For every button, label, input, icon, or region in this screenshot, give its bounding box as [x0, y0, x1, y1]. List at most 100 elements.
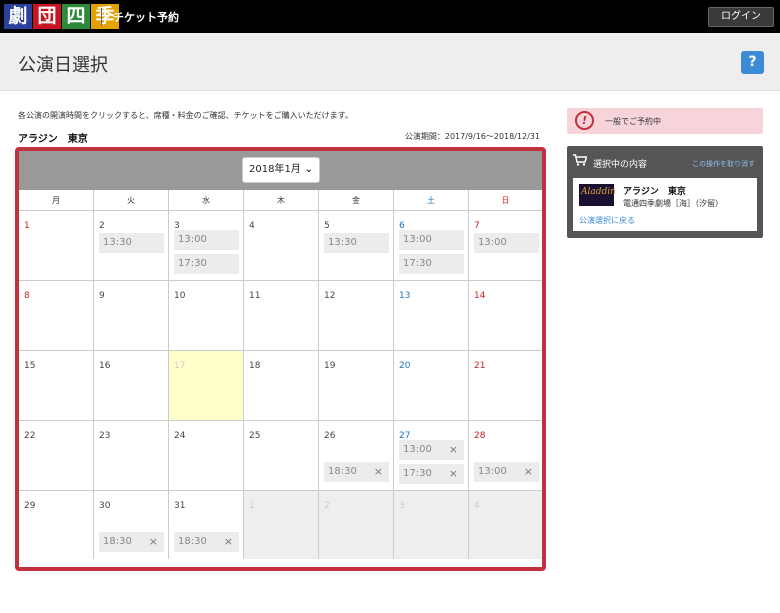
weekday-header: 水	[169, 190, 244, 211]
day-number: 22	[24, 431, 36, 441]
showtime-slot[interactable]: 13:30	[99, 233, 164, 253]
day-number: 20	[399, 361, 411, 371]
logo-char-2: 団	[33, 4, 61, 29]
day-number: 17	[174, 361, 186, 371]
showtime-slot[interactable]: 18:30 ×	[99, 532, 164, 552]
showtime-label: 13:00	[478, 237, 507, 248]
showtime-label: 13:30	[103, 237, 132, 248]
showtime-slot[interactable]: 13:00	[174, 230, 239, 250]
day-number: 3	[399, 501, 405, 511]
reservation-mode-notice: ! 一般でご予約中	[567, 108, 763, 134]
calendar-day-cell: 17	[169, 351, 244, 420]
day-number: 7	[474, 221, 480, 231]
calendar-day-cell: 20	[394, 351, 469, 420]
calendar-day-cell: 28 13:00 ×	[469, 421, 542, 490]
showtime-label: 17:30	[403, 258, 432, 269]
day-number: 26	[324, 431, 336, 441]
exclamation-icon: !	[575, 111, 594, 130]
showtime-label: 18:30	[328, 466, 357, 477]
showtime-label: 18:30	[103, 536, 132, 547]
day-number: 28	[474, 431, 486, 441]
month-select-value: 2018年1月	[249, 164, 301, 175]
calendar-day-cell: 1	[19, 211, 94, 280]
showtime-slot[interactable]: 17:30	[174, 254, 239, 274]
month-select[interactable]: 2018年1月 ⌄	[242, 157, 320, 183]
help-button[interactable]: ?	[741, 51, 764, 74]
day-number: 2	[99, 221, 105, 231]
calendar-day-cell: 27 13:00 × 17:30 ×	[394, 421, 469, 490]
day-number: 14	[474, 291, 486, 301]
weekday-header: 金	[319, 190, 394, 211]
top-divider	[101, 8, 102, 26]
showtime-label: 13:00	[403, 234, 432, 245]
sold-out-icon: ×	[448, 443, 458, 456]
login-button[interactable]: ログイン	[708, 7, 774, 27]
calendar-day-cell: 6 13:00 17:30	[394, 211, 469, 280]
logo-char-3: 四	[62, 4, 90, 29]
day-number: 1	[24, 221, 30, 231]
showtime-slot[interactable]: 13:00	[474, 233, 539, 253]
calendar-header: 2018年1月 ⌄	[19, 151, 542, 190]
calendar-week: 15 16 17 18 19 20 21	[19, 351, 542, 421]
showtime-slot[interactable]: 18:30 ×	[324, 462, 389, 482]
shiki-logo[interactable]: 劇 団 四 季	[4, 4, 120, 29]
calendar-day-cell: 22	[19, 421, 94, 490]
showtime-slot[interactable]: 17:30 ×	[399, 464, 464, 484]
showtime-slot[interactable]: 18:30 ×	[174, 532, 239, 552]
calendar-day-cell: 3	[394, 491, 469, 559]
notice-text: 一般でご予約中	[605, 117, 661, 126]
calendar-day-cell: 19	[319, 351, 394, 420]
day-number: 15	[24, 361, 36, 371]
calendar-week: 29 30 18:30 × 31 18:30 × 1 2 3 4	[19, 491, 542, 559]
calendar-day-cell: 10	[169, 281, 244, 350]
calendar-day-cell: 23	[94, 421, 169, 490]
weekday-header: 木	[244, 190, 319, 211]
calendar-week: 8 9 10 11 12 13 14	[19, 281, 542, 351]
day-number: 29	[24, 501, 36, 511]
day-number: 24	[174, 431, 186, 441]
showtime-label: 13:00	[178, 234, 207, 245]
day-number: 12	[324, 291, 336, 301]
calendar-day-cell: 8	[19, 281, 94, 350]
day-number: 13	[399, 291, 411, 301]
day-number: 5	[324, 221, 330, 231]
clear-selection-link[interactable]: この操作を取り消す	[692, 159, 755, 169]
day-number: 23	[99, 431, 111, 441]
calendar-day-cell: 11	[244, 281, 319, 350]
thumbnail-text: Aladdin	[581, 187, 616, 197]
calendar-day-cell: 9	[94, 281, 169, 350]
sold-out-icon: ×	[148, 535, 158, 548]
calendar-day-cell: 14	[469, 281, 542, 350]
calendar-day-cell: 24	[169, 421, 244, 490]
calendar-day-cell: 2	[319, 491, 394, 559]
calendar-week: 1 2 13:30 3 13:00 17:30 4 5 13:30 6 13:00 17:30 7 13:…	[19, 211, 542, 281]
selected-venue: 電通四季劇場［海］（汐留）	[623, 199, 723, 208]
selection-title: 選択中の内容	[593, 160, 648, 170]
showtime-label: 17:30	[403, 468, 432, 479]
calendar-day-cell: 13	[394, 281, 469, 350]
calendar: 2018年1月 ⌄ 月火水木金土日 1 2 13:30 3 13:00 17:30 4 5 13…	[15, 147, 546, 571]
day-number: 1	[249, 501, 255, 511]
calendar-grid: 1 2 13:30 3 13:00 17:30 4 5 13:30 6 13:00 17:30 7 13:…	[19, 211, 542, 559]
calendar-day-cell: 1	[244, 491, 319, 559]
day-number: 30	[99, 501, 111, 511]
calendar-day-cell: 5 13:30	[319, 211, 394, 280]
showtime-slot[interactable]: 13:00	[399, 230, 464, 250]
showtime-slot[interactable]: 13:00 ×	[399, 440, 464, 460]
selection-card: Aladdin アラジン 東京 電通四季劇場［海］（汐留） 公演選択に戻る	[573, 178, 757, 231]
showtime-slot[interactable]: 13:00 ×	[474, 462, 539, 482]
logo-char-1: 劇	[4, 4, 32, 29]
performance-period: 公演期間：2017/9/16～2018/12/31	[404, 132, 540, 141]
calendar-day-cell: 3 13:00 17:30	[169, 211, 244, 280]
calendar-day-cell: 16	[94, 351, 169, 420]
showtime-label: 13:00	[478, 466, 507, 477]
day-number: 8	[24, 291, 30, 301]
back-to-show-select-link[interactable]: 公演選択に戻る	[579, 215, 635, 226]
calendar-day-cell: 30 18:30 ×	[94, 491, 169, 559]
calendar-day-cell: 15	[19, 351, 94, 420]
weekday-header: 日	[501, 196, 510, 205]
day-number: 21	[474, 361, 486, 371]
showtime-slot[interactable]: 17:30	[399, 254, 464, 274]
weekday-row: 月火水木金土 日	[19, 190, 542, 211]
showtime-slot[interactable]: 13:30	[324, 233, 389, 253]
